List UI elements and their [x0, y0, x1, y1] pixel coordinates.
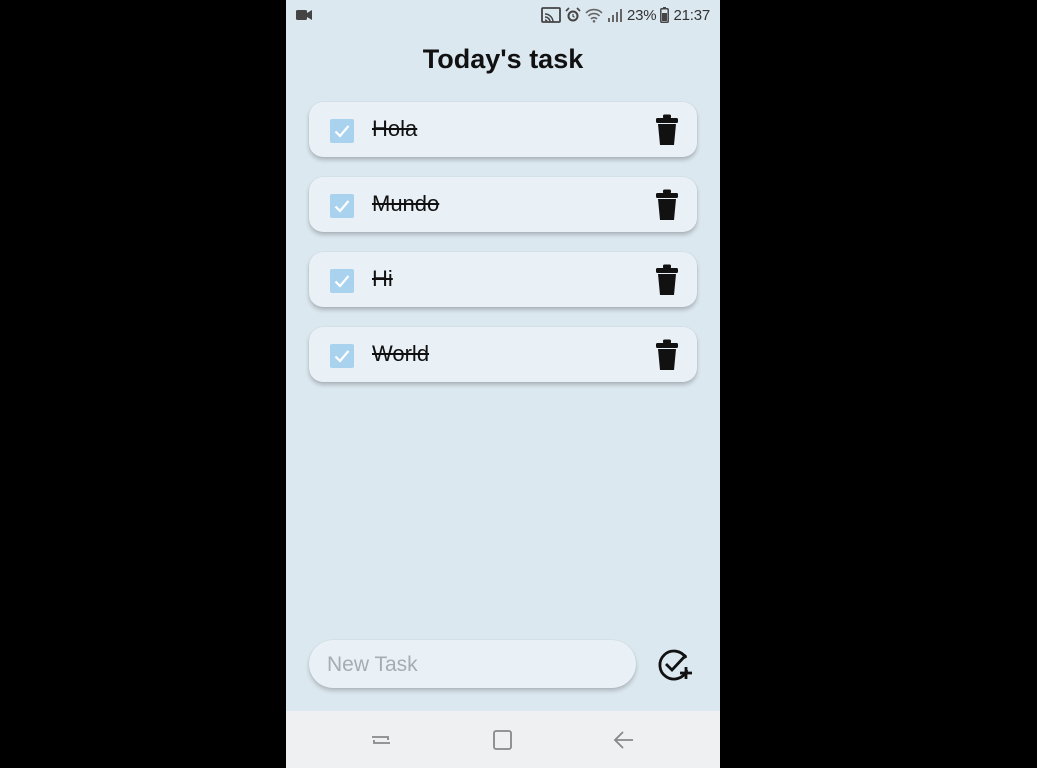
trash-icon[interactable]	[655, 339, 679, 371]
task-label: Hola	[372, 116, 418, 141]
task-item: World	[309, 327, 697, 382]
task-list: Hola Mundo Hi World	[309, 102, 697, 402]
battery-percent: 23%	[627, 6, 657, 24]
clock: 21:37	[673, 6, 710, 24]
check-plus-icon[interactable]	[656, 646, 694, 684]
checkbox-checked-icon[interactable]	[330, 269, 354, 293]
new-task-field-wrapper	[309, 640, 636, 688]
signal-icon	[607, 7, 623, 23]
recent-apps-icon[interactable]	[369, 728, 393, 752]
task-label: Hi	[372, 266, 393, 291]
home-icon[interactable]	[491, 728, 515, 752]
wifi-icon	[585, 7, 603, 23]
new-task-input[interactable]	[325, 648, 624, 682]
status-bar: 23% 21:37	[286, 0, 720, 30]
navigation-bar	[286, 711, 720, 768]
trash-icon[interactable]	[655, 264, 679, 296]
alarm-icon	[565, 7, 581, 23]
battery-icon	[660, 7, 670, 23]
trash-icon[interactable]	[655, 189, 679, 221]
task-item: Hi	[309, 252, 697, 307]
task-item: Hola	[309, 102, 697, 157]
task-item: Mundo	[309, 177, 697, 232]
page-title: Today's task	[422, 44, 584, 74]
checkbox-checked-icon[interactable]	[330, 119, 354, 143]
task-label: Mundo	[372, 191, 440, 216]
app-screen: 23% 21:37 Today's task Hola Mundo Hi Wor…	[286, 0, 720, 768]
checkbox-checked-icon[interactable]	[330, 194, 354, 218]
back-icon[interactable]	[612, 728, 636, 752]
checkbox-checked-icon[interactable]	[330, 344, 354, 368]
task-label: World	[372, 341, 430, 366]
video-icon	[296, 8, 312, 20]
trash-icon[interactable]	[655, 114, 679, 146]
cast-icon	[541, 7, 561, 23]
